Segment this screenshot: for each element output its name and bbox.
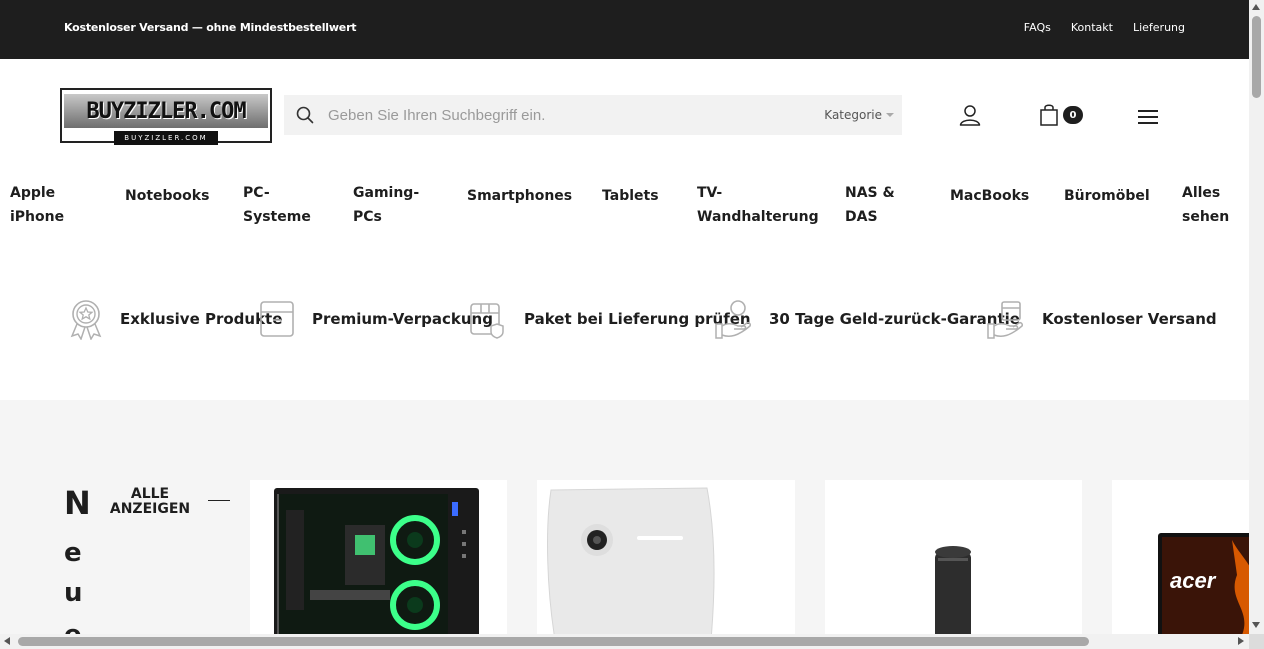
user-account-icon[interactable] — [958, 103, 982, 127]
free-shipping-promo: Kostenloser Versand — ohne Mindestbestel… — [64, 21, 357, 34]
nav-item-tv-wandhalterung[interactable]: TV- Wandhalterung — [697, 181, 819, 229]
nav-item-gaming-pcs[interactable]: Gaming- PCs — [353, 181, 419, 229]
nav-item-label: Gaming- — [353, 185, 420, 201]
nav-item-label: Wandhalterung — [697, 209, 819, 225]
black-cylinder-image — [935, 546, 971, 634]
category-select-label: Kategorie — [824, 108, 882, 122]
award-icon — [70, 300, 102, 340]
box-icon — [260, 301, 294, 337]
acer-brand-text: acer — [1170, 568, 1216, 593]
scroll-left-arrow-icon[interactable] — [4, 637, 10, 645]
nav-item-label: Systeme — [243, 209, 311, 225]
nav-item-label: Notebooks — [125, 188, 210, 204]
nav-item-notebooks[interactable]: Notebooks — [125, 184, 209, 208]
site-logo[interactable]: BUYZIZLER.COM BUYZIZLER.COM — [60, 88, 272, 145]
show-all-link[interactable]: ALLE ANZEIGEN — [108, 487, 192, 517]
title-letter: e — [64, 538, 82, 568]
search-input[interactable] — [328, 103, 808, 127]
chevron-down-icon — [886, 113, 894, 117]
gaming-pc-image — [274, 488, 479, 634]
nav-item-label: TV- — [697, 185, 723, 201]
product-card[interactable] — [825, 480, 1082, 634]
nav-item-label: DAS — [845, 209, 878, 225]
title-letter: e — [64, 620, 94, 634]
nav-item-label: sehen — [1182, 209, 1230, 225]
nav-item-macbooks[interactable]: MacBooks — [950, 184, 1029, 208]
nav-item-tablets[interactable]: Tablets — [602, 184, 659, 208]
search-bar: Kategorie — [284, 95, 902, 135]
nav-item-label: MacBooks — [950, 188, 1030, 204]
scrollbar-corner — [1249, 634, 1264, 649]
nav-item-label: iPhone — [10, 209, 65, 225]
horizontal-scroll-thumb[interactable] — [18, 637, 1089, 646]
logo-wordmark: BUYZIZLER.COM — [64, 94, 268, 128]
feature-label: 30 Tage Geld-zurück-Garantie — [769, 310, 1020, 328]
contact-link[interactable]: Kontakt — [1071, 21, 1113, 34]
cart-count-badge: 0 — [1063, 106, 1083, 124]
logo-subtext: BUYZIZLER.COM — [114, 131, 218, 145]
acer-laptop-image — [1158, 533, 1249, 634]
nav-item-smartphones[interactable]: Smartphones — [467, 184, 572, 208]
delivery-link[interactable]: Lieferung — [1133, 21, 1185, 34]
section-title-vertical: N e u e — [64, 484, 94, 634]
category-nav: Apple iPhone Notebooks PC- Systeme Gamin… — [0, 181, 1249, 231]
nav-item-bueromoebel[interactable]: Büromöbel — [1064, 184, 1150, 208]
scroll-right-arrow-icon[interactable] — [1238, 637, 1244, 645]
nav-item-label: Smartphones — [467, 188, 573, 204]
product-card[interactable] — [537, 480, 795, 634]
search-icon[interactable] — [296, 106, 314, 124]
nav-item-label: PCs — [353, 209, 382, 225]
nav-item-pc-systeme[interactable]: PC- Systeme — [243, 181, 311, 229]
nav-item-apple-iphone[interactable]: Apple iPhone — [10, 181, 64, 229]
nav-item-label: PC- — [243, 185, 270, 201]
divider-line — [208, 500, 230, 501]
nav-item-label: Büromöbel — [1064, 188, 1150, 204]
hand-box-icon — [987, 301, 1023, 339]
vertical-scroll-thumb[interactable] — [1252, 16, 1261, 98]
hand-money-icon — [715, 300, 751, 339]
shopping-bag-icon[interactable] — [1039, 103, 1061, 127]
nav-item-label: Tablets — [602, 188, 659, 204]
feature-label: Kostenloser Versand — [1042, 310, 1217, 328]
top-links: FAQs Kontakt Lieferung — [1024, 21, 1185, 34]
package-check-icon — [470, 303, 504, 339]
scroll-up-arrow-icon[interactable] — [1252, 4, 1260, 10]
nav-item-label: NAS & — [845, 185, 895, 201]
nav-item-alles-sehen[interactable]: Alles sehen — [1182, 181, 1229, 229]
top-announcement-bar: Kostenloser Versand — ohne Mindestbestel… — [0, 0, 1249, 59]
feature-label: Premium-Verpackung — [312, 310, 493, 328]
page-viewport: Kostenloser Versand — ohne Mindestbestel… — [0, 0, 1249, 634]
feature-strip: Exklusive Produkte Premium-Verpackung Pa… — [64, 298, 1217, 342]
title-letter: N — [64, 484, 91, 522]
faqs-link[interactable]: FAQs — [1024, 21, 1051, 34]
hamburger-menu-icon[interactable] — [1137, 108, 1159, 126]
scroll-down-arrow-icon[interactable] — [1252, 622, 1260, 628]
category-select[interactable]: Kategorie — [824, 108, 894, 122]
product-card[interactable]: acer — [1112, 480, 1249, 634]
vertical-scrollbar[interactable] — [1249, 0, 1264, 634]
nav-item-label: Apple — [10, 185, 56, 201]
nav-item-label: Alles — [1182, 185, 1221, 201]
nav-item-nas-das[interactable]: NAS & DAS — [845, 181, 895, 229]
horizontal-scrollbar[interactable] — [0, 634, 1249, 649]
white-device-image — [547, 487, 715, 634]
product-card[interactable] — [250, 480, 507, 634]
